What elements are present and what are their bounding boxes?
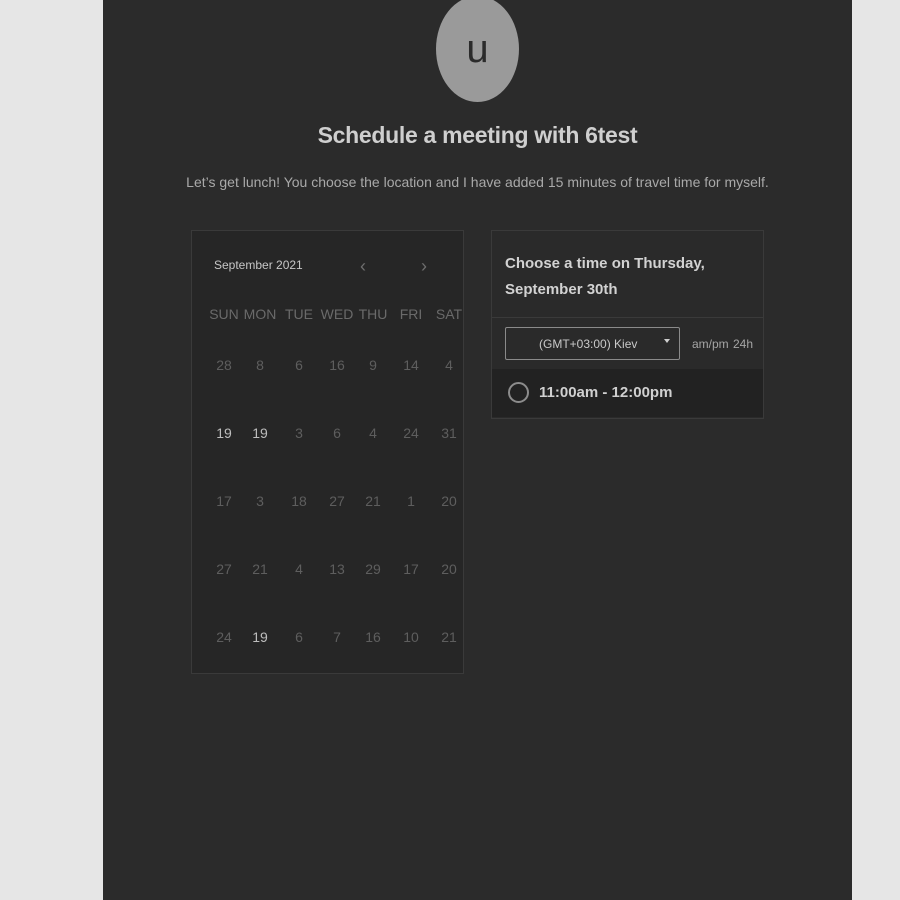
calendar-day: 18	[291, 493, 307, 509]
calendar-day: 24	[403, 425, 419, 441]
timezone-select[interactable]: (GMT+03:00) Kiev	[505, 327, 680, 360]
calendar-day: 8	[256, 357, 264, 373]
time-slot-label: 11:00am - 12:00pm	[539, 384, 673, 401]
divider	[492, 317, 763, 318]
calendar-day: 27	[216, 561, 232, 577]
calendar-day: 6	[295, 629, 303, 645]
calendar-day: 13	[329, 561, 345, 577]
calendar-day: 7	[333, 629, 341, 645]
time-panel-title: Choose a time on Thursday, September 30t…	[505, 255, 705, 298]
calendar-day: 6	[333, 425, 341, 441]
weekday-sat: SAT	[435, 306, 463, 322]
calendar-day[interactable]: 19	[242, 425, 278, 441]
calendar-day[interactable]: 19	[242, 629, 278, 645]
weekday-mon: MON	[243, 306, 277, 322]
calendar-day: 4	[295, 561, 303, 577]
calendar-month-label: September 2021	[214, 258, 303, 272]
format-ampm-toggle[interactable]: am/pm	[692, 337, 729, 351]
calendar-day: 4	[445, 357, 453, 373]
timezone-value: (GMT+03:00) Kiev	[539, 336, 638, 351]
calendar-day: 20	[441, 493, 457, 509]
chevron-left-icon[interactable]: ‹	[360, 257, 366, 275]
avatar: u	[436, 0, 519, 102]
chevron-right-icon[interactable]: ›	[421, 257, 427, 275]
calendar-day: 27	[329, 493, 345, 509]
calendar-day: 4	[369, 425, 377, 441]
weekday-sun: SUN	[209, 306, 239, 322]
calendar-day: 17	[216, 493, 232, 509]
caret-down-icon	[664, 339, 670, 343]
calendar-day: 21	[441, 629, 457, 645]
calendar: September 2021 ‹ › SUN MON TUE WED THU FRI SAT…	[191, 230, 464, 674]
weekday-tue: TUE	[285, 306, 313, 322]
calendar-day: 1	[407, 493, 415, 509]
calendar-day: 21	[252, 561, 268, 577]
calendar-day: 28	[216, 357, 232, 373]
time-slot[interactable]: 11:00am - 12:00pm	[492, 369, 763, 417]
weekday-wed: WED	[320, 306, 354, 322]
avatar-letter: u	[466, 26, 489, 71]
time-panel: Choose a time on Thursday, September 30t…	[491, 230, 764, 419]
calendar-day: 10	[403, 629, 419, 645]
format-24h-toggle[interactable]: 24h	[733, 337, 753, 351]
calendar-day: 20	[441, 561, 457, 577]
calendar-day: 17	[403, 561, 419, 577]
weekday-fri: FRI	[399, 306, 423, 322]
scheduling-page: u Schedule a meeting with 6test Let’s ge…	[103, 0, 852, 900]
calendar-day: 31	[441, 425, 457, 441]
calendar-day[interactable]: 19	[206, 425, 242, 441]
weekday-thu: THU	[358, 306, 388, 322]
calendar-day: 3	[295, 425, 303, 441]
calendar-day: 16	[329, 357, 345, 373]
radio-button[interactable]	[508, 382, 529, 403]
calendar-day: 3	[256, 493, 264, 509]
page-subtitle: Let’s get lunch! You choose the location…	[186, 174, 769, 190]
page-title: Schedule a meeting with 6test	[317, 122, 638, 148]
calendar-day: 9	[369, 357, 377, 373]
calendar-day: 21	[365, 493, 381, 509]
calendar-day: 24	[216, 629, 232, 645]
calendar-day: 16	[365, 629, 381, 645]
calendar-day: 6	[295, 357, 303, 373]
calendar-day: 29	[365, 561, 381, 577]
calendar-day: 14	[403, 357, 419, 373]
